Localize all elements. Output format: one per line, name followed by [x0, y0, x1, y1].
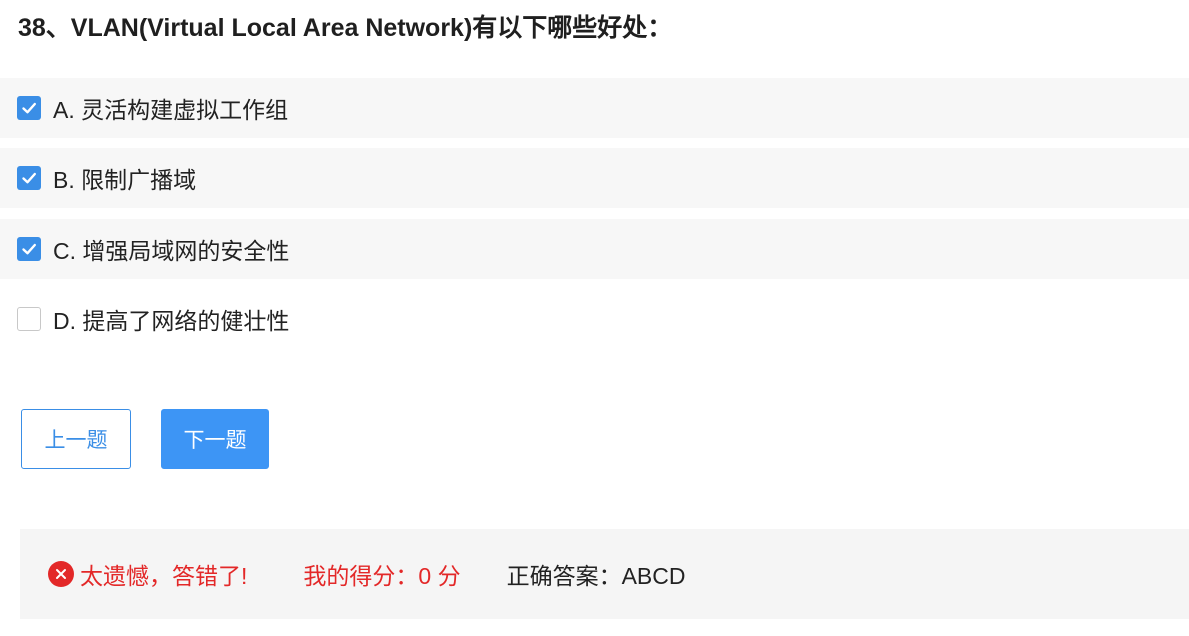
checkbox-checked-icon[interactable]	[17, 237, 41, 261]
prev-question-button[interactable]: 上一题	[21, 409, 131, 469]
option-a[interactable]: A. 灵活构建虚拟工作组	[0, 78, 1189, 138]
quiz-page: 38、VLAN(Virtual Local Area Network)有以下哪些…	[0, 0, 1189, 636]
score-text: 我的得分：0 分	[303, 563, 461, 589]
option-d[interactable]: D. 提高了网络的健壮性	[0, 289, 1189, 349]
result-panel: 太遗憾，答错了! 我的得分：0 分 正确答案：ABCD	[20, 529, 1189, 619]
correct-answer-text: 正确答案：ABCD	[506, 563, 686, 589]
close-circle-icon	[48, 561, 74, 587]
option-c[interactable]: C. 增强局域网的安全性	[0, 219, 1189, 279]
result-message: 太遗憾，答错了!	[80, 563, 248, 589]
question-title: 38、VLAN(Virtual Local Area Network)有以下哪些…	[18, 14, 673, 42]
option-label: B. 限制广播域	[53, 167, 197, 193]
option-label: D. 提高了网络的健壮性	[53, 308, 290, 334]
option-b[interactable]: B. 限制广播域	[0, 148, 1189, 208]
next-question-button[interactable]: 下一题	[161, 409, 269, 469]
option-label: C. 增强局域网的安全性	[53, 238, 290, 264]
checkbox-checked-icon[interactable]	[17, 96, 41, 120]
checkbox-checked-icon[interactable]	[17, 166, 41, 190]
checkbox-unchecked-icon[interactable]	[17, 307, 41, 331]
option-label: A. 灵活构建虚拟工作组	[53, 97, 289, 123]
